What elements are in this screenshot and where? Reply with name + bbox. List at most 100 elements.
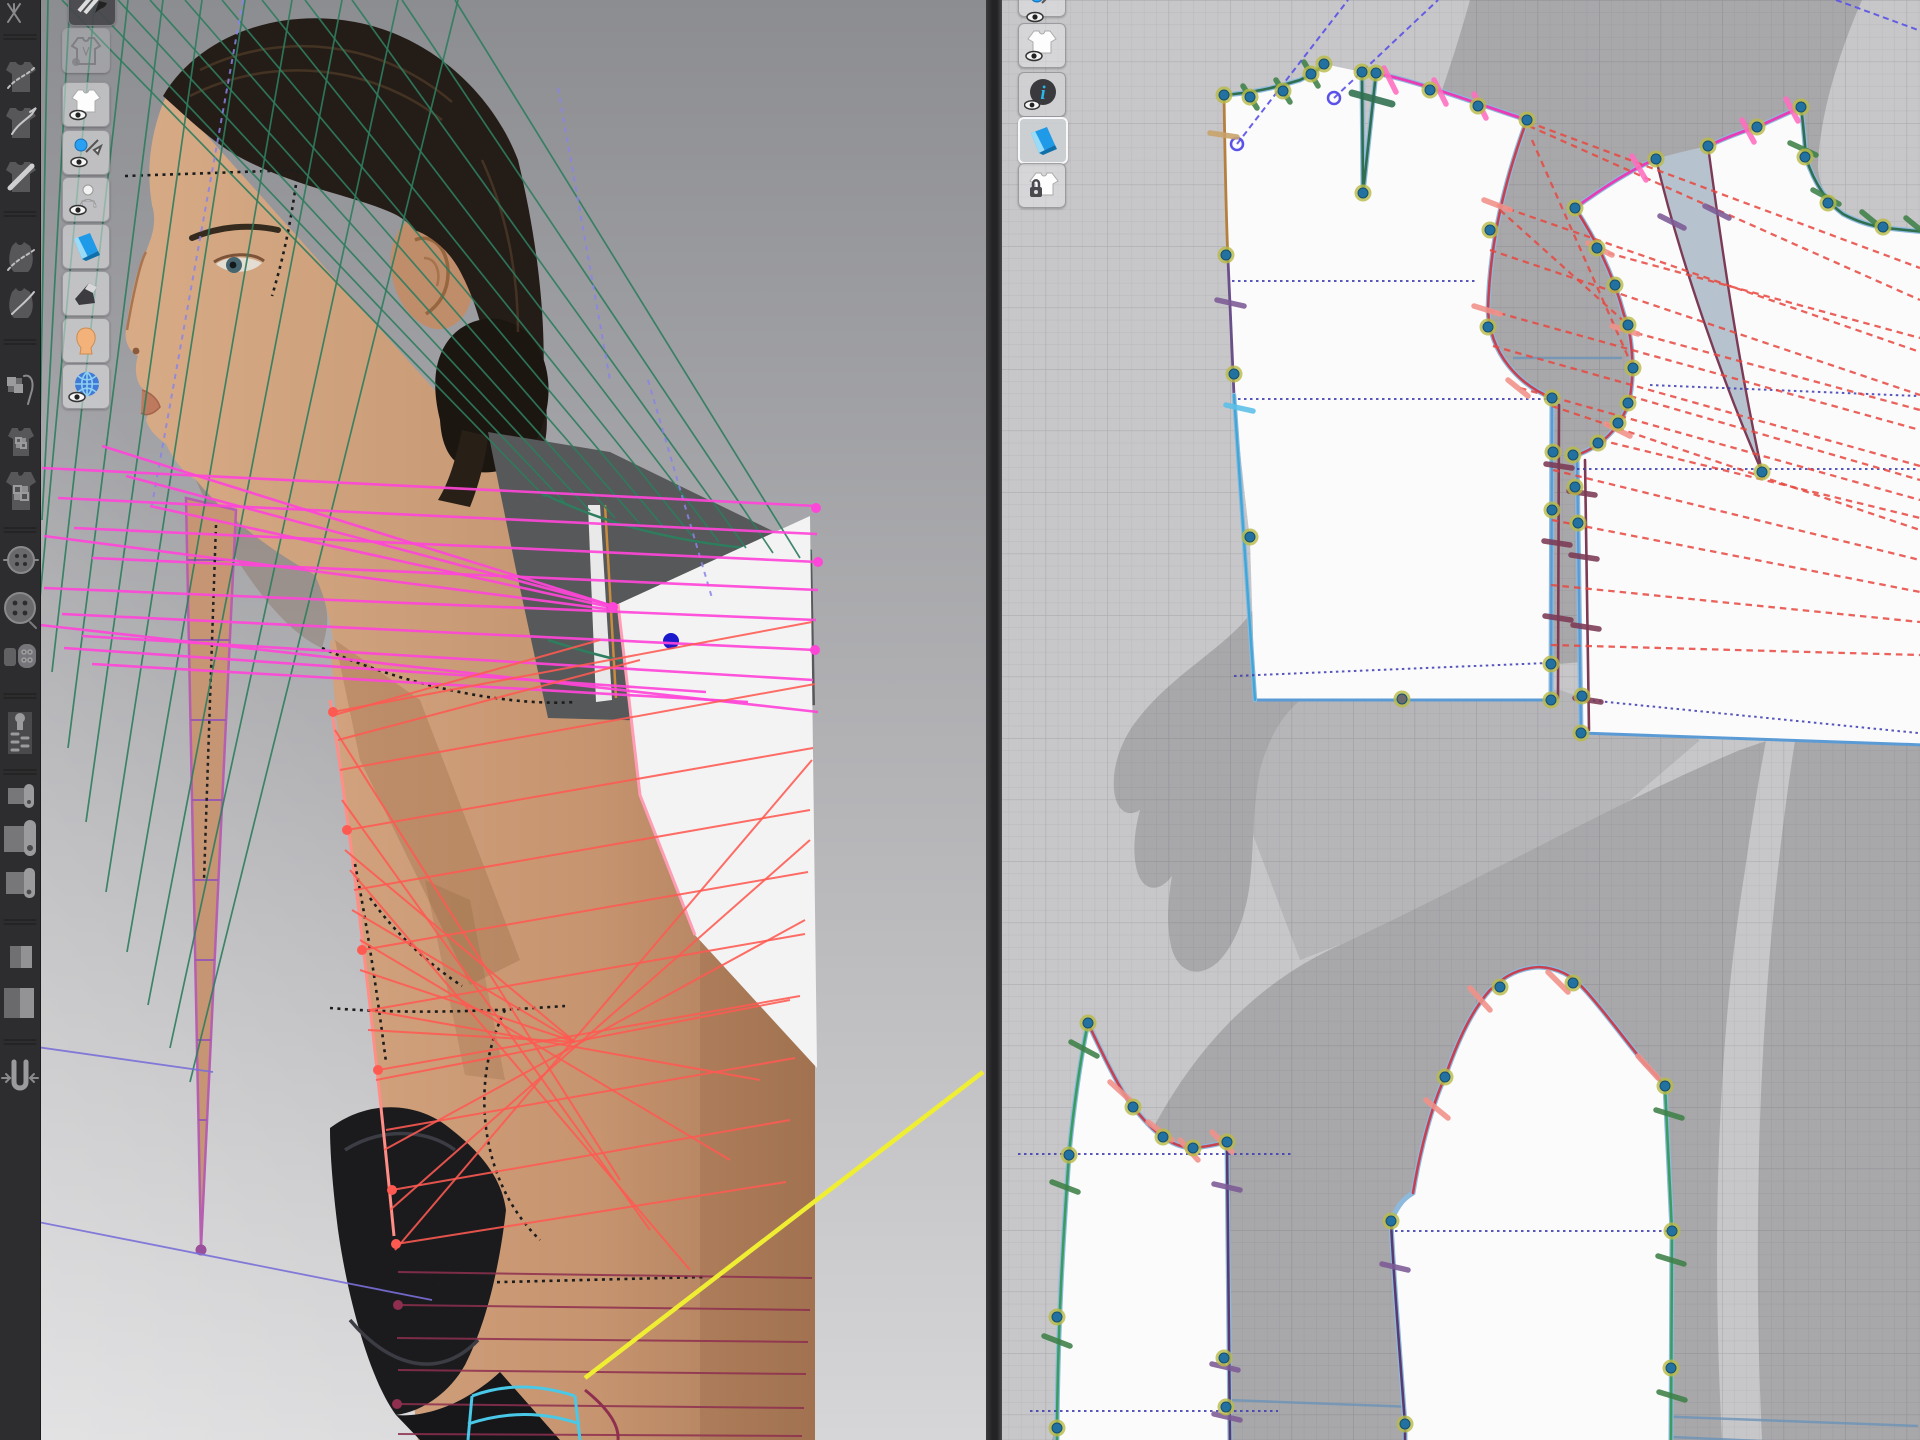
pattern-point[interactable] [1576,728,1586,738]
pattern-point[interactable] [1221,1402,1231,1412]
swatch-large-tool-icon[interactable] [4,988,34,1018]
shirt-texture-tool-icon[interactable] [8,428,34,456]
pattern-point[interactable] [1547,393,1557,403]
pattern-point[interactable] [1278,86,1288,96]
pattern-point[interactable] [1660,1081,1670,1091]
pattern-point[interactable] [1222,1137,1232,1147]
pattern-point[interactable] [1757,467,1767,477]
show-garment-eye-toggle[interactable] [62,82,110,127]
pattern-point[interactable] [1573,518,1583,528]
texture-flag-tool-icon[interactable] [8,376,33,404]
pattern-point[interactable] [1083,1018,1093,1028]
garment-pen-tool-icon[interactable] [6,108,36,138]
pleat-tool-icon[interactable] [2,1062,38,1088]
pattern-point[interactable] [1878,222,1888,232]
pattern-point[interactable] [1357,67,1367,77]
pattern-point[interactable] [1425,85,1435,95]
buttonhole-tool-icon[interactable] [4,644,36,668]
swatch-tool-icon[interactable] [10,946,32,968]
dressform-curve-tool-icon[interactable] [8,242,34,272]
fabric-roll-large-tool-icon[interactable] [4,820,36,856]
pattern-point[interactable] [1386,1216,1396,1226]
pattern-point[interactable] [1495,982,1505,992]
pattern-point[interactable] [1800,152,1810,162]
show-avatar-eye-toggle[interactable] [62,177,110,222]
pattern-point[interactable] [1371,68,1381,78]
fabric-piece-toggle[interactable] [62,271,110,316]
pattern-point[interactable] [1229,369,1239,379]
pattern-point[interactable] [1623,320,1633,330]
pattern-point[interactable] [1610,280,1620,290]
pattern-point[interactable] [1128,1102,1138,1112]
pattern-point[interactable] [1358,188,1368,198]
garment-curve-tool-icon[interactable] [6,62,36,92]
pattern-point[interactable] [1440,1072,1450,1082]
pattern-point[interactable] [1319,59,1329,69]
zipper-tool-icon[interactable] [8,712,32,754]
pattern-point[interactable] [1306,69,1316,79]
divider [4,694,36,698]
pattern-point[interactable] [1593,438,1603,448]
fabric-roll-tool-icon[interactable] [8,784,34,808]
pattern-point[interactable] [1628,363,1638,373]
pattern-point[interactable] [1546,695,1556,705]
fabric-roll-top-icon[interactable] [6,868,35,898]
texture-book-toggle[interactable] [62,224,110,269]
button-tool-icon[interactable] [5,593,36,628]
world-globe-eye-toggle[interactable] [62,364,110,409]
pattern-point[interactable] [1666,1363,1676,1373]
svg-text:i: i [1040,83,1046,104]
pattern-point[interactable] [1245,92,1255,102]
texture-book-toggle-2d[interactable] [1018,117,1068,164]
pattern-point[interactable] [1667,1226,1677,1236]
pattern-point[interactable] [1568,450,1578,460]
show-pins-eye-toggle[interactable] [62,130,110,175]
pattern-point[interactable] [1570,203,1580,213]
show-pins-eye-toggle-partial[interactable] [1018,0,1066,17]
button-thread-tool-icon[interactable] [4,547,38,573]
pattern-point[interactable] [1592,243,1602,253]
pattern-point[interactable] [1548,447,1558,457]
pattern-point[interactable] [1703,141,1713,151]
divider [4,1040,36,1044]
pattern-point[interactable] [1577,691,1587,701]
pattern-point[interactable] [1397,694,1407,704]
pattern-point[interactable] [1483,322,1493,332]
pattern-point[interactable] [1546,659,1556,669]
pattern-point[interactable] [1796,102,1806,112]
pattern-point[interactable] [1052,1312,1062,1322]
garment-tape-tool-icon[interactable] [6,162,36,192]
dressform-pen-tool-icon[interactable] [9,288,34,318]
pattern-point[interactable] [1485,225,1495,235]
lock-pattern-toggle[interactable] [1018,163,1066,208]
pattern-point[interactable] [1547,505,1557,515]
pattern-point[interactable] [1613,418,1623,428]
pattern-point[interactable] [1219,90,1229,100]
pattern-point[interactable] [1522,115,1532,125]
pane-splitter[interactable] [986,0,1002,1440]
view-2d[interactable]: i [1002,0,1920,1440]
shirt-texture-large-tool-icon[interactable] [6,472,36,510]
avatar-head-toggle[interactable] [62,318,110,363]
pattern-point[interactable] [1245,532,1255,542]
ghost-garment-toggle[interactable] [62,28,110,73]
pattern-point[interactable] [1623,398,1633,408]
pattern-point[interactable] [1752,122,1762,132]
show-pattern-eye-toggle[interactable] [1018,23,1066,68]
partial-top-icon[interactable] [68,0,116,26]
pattern-point[interactable] [1823,198,1833,208]
pattern-point[interactable] [1064,1150,1074,1160]
pattern-point[interactable] [1568,978,1578,988]
pattern-point[interactable] [1651,154,1661,164]
pattern-point[interactable] [1188,1143,1198,1153]
view-3d[interactable] [40,0,986,1440]
pattern-point[interactable] [1221,250,1231,260]
show-info-eye-toggle[interactable]: i [1018,72,1066,117]
pattern-point[interactable] [1473,101,1483,111]
pattern-point[interactable] [1570,482,1580,492]
pattern-point[interactable] [1158,1132,1168,1142]
transform-tool-icon[interactable] [8,4,20,22]
pattern-point[interactable] [1219,1353,1229,1363]
pattern-point[interactable] [1400,1419,1410,1429]
pattern-point[interactable] [1052,1423,1062,1433]
